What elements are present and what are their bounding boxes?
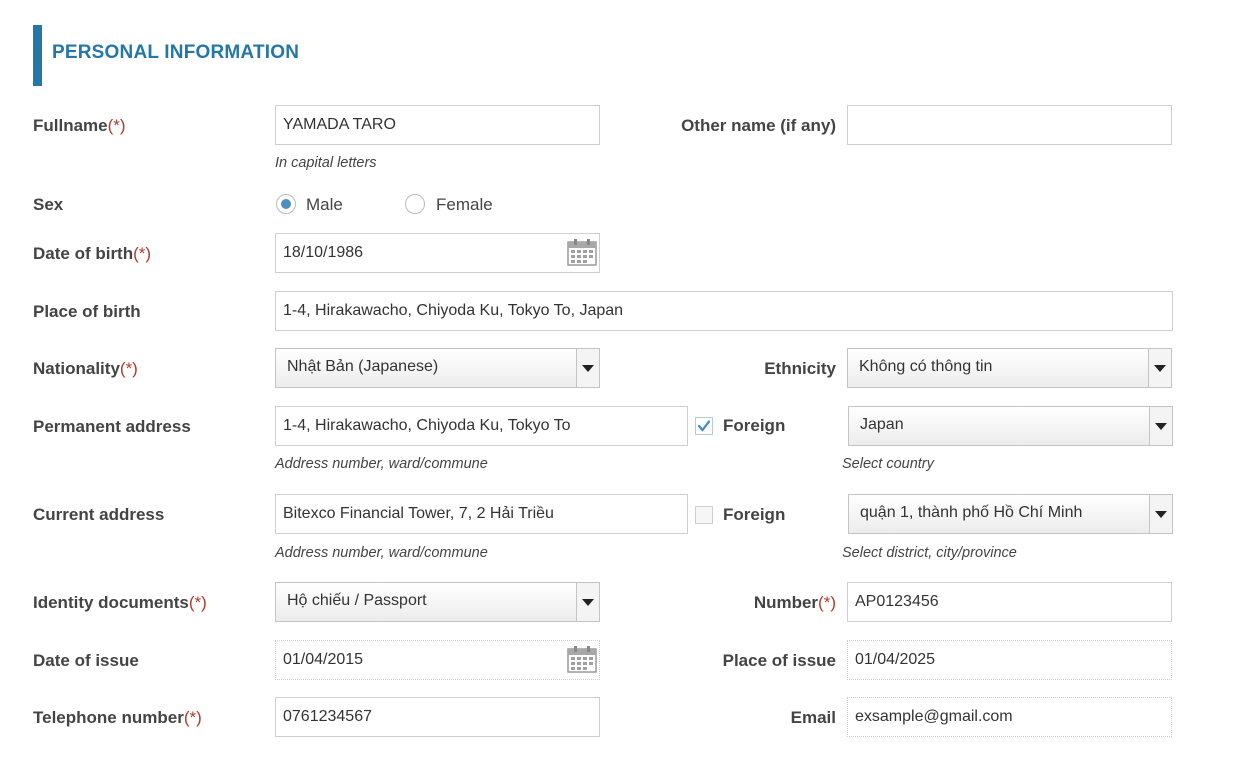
place-of-birth-input[interactable] [275, 291, 1173, 331]
nationality-select[interactable]: Nhật Bản (Japanese) [275, 348, 600, 388]
identity-value: Hộ chiếu / Passport [287, 592, 427, 609]
email-input[interactable] [847, 697, 1172, 737]
ethnicity-select[interactable]: Không có thông tin [847, 348, 1172, 388]
telephone-input[interactable] [275, 697, 600, 737]
date-of-issue-field [275, 640, 600, 680]
ethnicity-value: Không có thông tin [859, 358, 993, 375]
fullname-input[interactable] [275, 105, 600, 145]
number-label: Number(*) [754, 593, 836, 613]
sex-female-radio[interactable] [405, 194, 425, 214]
place-of-issue-input[interactable] [847, 640, 1172, 680]
chevron-down-icon[interactable] [576, 583, 599, 621]
identity-label: Identity documents(*) [33, 593, 207, 613]
identity-label-text: Identity documents [33, 593, 189, 612]
nationality-value: Nhật Bản (Japanese) [287, 358, 439, 375]
section-title: PERSONAL INFORMATION [52, 42, 300, 63]
number-input[interactable] [847, 582, 1172, 622]
permanent-country-value: Japan [860, 416, 904, 433]
sex-male-radio[interactable] [276, 194, 296, 214]
fullname-label: Fullname(*) [33, 116, 126, 136]
permanent-address-hint: Address number, ward/commune [275, 456, 488, 472]
permanent-foreign-label[interactable]: Foreign [723, 416, 785, 436]
chevron-down-icon[interactable] [1149, 495, 1172, 533]
current-district-hint: Select district, city/province [842, 545, 1017, 561]
place-of-birth-label: Place of birth [33, 302, 141, 321]
required-mark: (*) [183, 708, 202, 727]
required-mark: (*) [133, 244, 152, 263]
nationality-label: Nationality(*) [33, 359, 138, 379]
date-of-issue-input[interactable] [275, 640, 600, 680]
chevron-down-icon[interactable] [1149, 407, 1172, 445]
email-label: Email [790, 708, 836, 727]
chevron-down-icon[interactable] [1148, 349, 1171, 387]
permanent-country-hint: Select country [842, 456, 934, 472]
number-label-text: Number [753, 593, 819, 612]
current-address-label: Current address [33, 505, 165, 524]
permanent-address-label: Permanent address [33, 417, 191, 436]
telephone-label-text: Telephone number [33, 708, 184, 727]
chevron-down-icon[interactable] [576, 349, 599, 387]
fullname-label-text: Fullname [33, 116, 108, 135]
section-accent-bar [33, 25, 42, 86]
required-mark: (*) [188, 593, 207, 612]
other-name-input[interactable] [847, 105, 1172, 145]
current-address-hint: Address number, ward/commune [275, 545, 488, 561]
required-mark: (*) [107, 116, 126, 135]
current-district-select[interactable]: quận 1, thành phố Hồ Chí Minh [848, 494, 1173, 534]
fullname-hint: In capital letters [275, 155, 377, 171]
sex-label: Sex [33, 195, 64, 214]
sex-female-label[interactable]: Female [436, 195, 493, 215]
checkmark-icon [697, 420, 711, 432]
current-address-input[interactable] [275, 494, 688, 534]
sex-male-label[interactable]: Male [306, 195, 343, 215]
calendar-icon[interactable] [567, 645, 597, 673]
telephone-label: Telephone number(*) [33, 708, 202, 728]
permanent-address-input[interactable] [275, 406, 688, 446]
dob-label: Date of birth(*) [33, 244, 151, 264]
place-of-issue-label: Place of issue [722, 651, 836, 670]
dob-label-text: Date of birth [33, 244, 134, 263]
current-district-value: quận 1, thành phố Hồ Chí Minh [860, 504, 1083, 521]
current-foreign-label[interactable]: Foreign [723, 505, 785, 525]
permanent-country-select[interactable]: Japan [848, 406, 1173, 446]
nationality-label-text: Nationality [33, 359, 120, 378]
identity-select[interactable]: Hộ chiếu / Passport [275, 582, 600, 622]
current-foreign-checkbox[interactable] [695, 506, 713, 524]
required-mark: (*) [119, 359, 138, 378]
date-of-issue-label: Date of issue [33, 651, 139, 670]
other-name-label: Other name (if any) [681, 116, 836, 135]
calendar-icon[interactable] [567, 238, 597, 266]
dob-field [275, 233, 600, 273]
ethnicity-label: Ethnicity [764, 359, 836, 378]
required-mark: (*) [818, 593, 836, 612]
dob-input[interactable] [275, 233, 600, 273]
permanent-foreign-checkbox[interactable] [695, 417, 713, 435]
